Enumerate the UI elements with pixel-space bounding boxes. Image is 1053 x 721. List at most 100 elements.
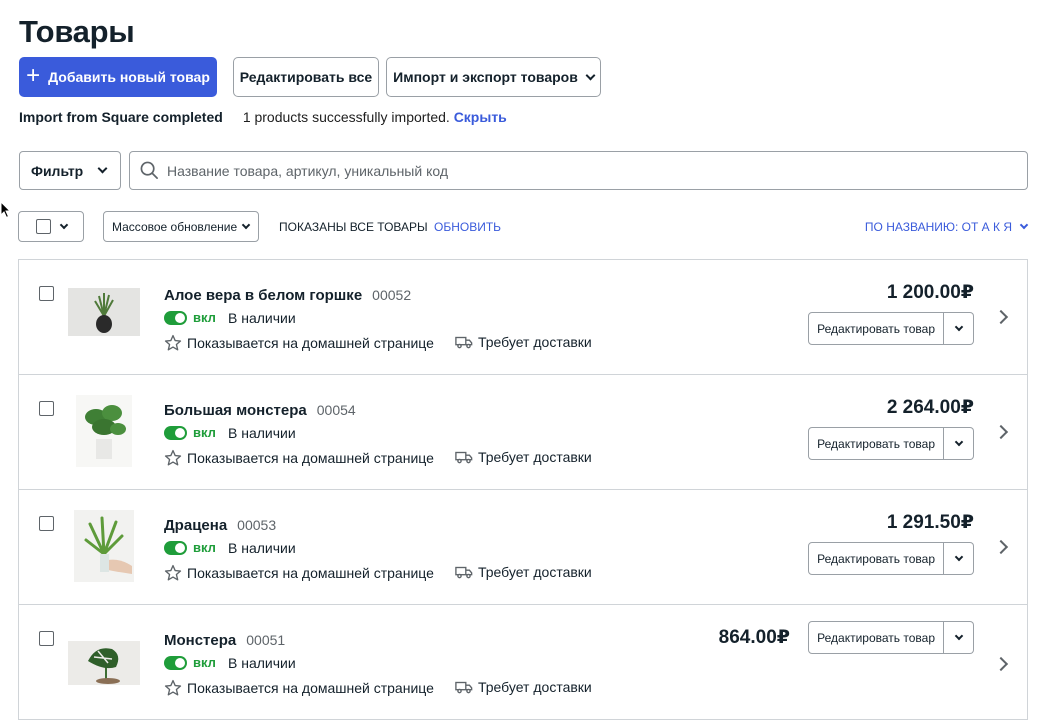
edit-product-dropdown[interactable] xyxy=(944,312,974,345)
sort-dropdown[interactable]: ПО НАЗВАНИЮ: ОТ А К Я xyxy=(864,220,1029,234)
edit-product-button[interactable]: Редактировать товар xyxy=(808,621,944,654)
filter-label: Фильтр xyxy=(31,162,84,179)
search-input[interactable] xyxy=(167,162,987,179)
featured-status: Показывается на домашней странице xyxy=(164,564,434,582)
chevron-right-icon[interactable] xyxy=(993,309,1009,325)
stock-status: В наличии xyxy=(228,310,296,326)
shipping-status: Требует доставки xyxy=(455,449,592,465)
product-name[interactable]: Монстера 00051 xyxy=(164,632,285,649)
select-all-dropdown[interactable] xyxy=(18,211,84,242)
featured-label: Показывается на домашней странице xyxy=(187,335,434,351)
product-row[interactable]: Монстера 00051 вкл В наличии Показывается… xyxy=(19,605,1027,720)
edit-product-dropdown[interactable] xyxy=(944,427,974,460)
featured-status: Показывается на домашней странице xyxy=(164,334,434,352)
row-checkbox[interactable] xyxy=(39,631,54,646)
bulk-update-dropdown[interactable]: Массовое обновление xyxy=(103,211,259,242)
shipping-label: Требует доставки xyxy=(478,449,592,465)
enabled-toggle[interactable] xyxy=(164,311,187,325)
edit-product-button[interactable]: Редактировать товар xyxy=(808,312,944,345)
edit-all-label: Редактировать все xyxy=(239,69,373,85)
search-icon xyxy=(140,161,158,179)
import-status-title: Import from Square completed xyxy=(19,109,223,125)
mouse-cursor-icon xyxy=(0,201,11,219)
chevron-down-icon xyxy=(954,437,963,446)
chevron-right-icon[interactable] xyxy=(993,656,1009,672)
edit-product-button[interactable]: Редактировать товар xyxy=(808,542,944,575)
featured-label: Показывается на домашней странице xyxy=(187,680,434,696)
product-sku: 00053 xyxy=(237,517,277,533)
enabled-toggle[interactable] xyxy=(164,656,187,670)
add-product-button[interactable]: + Добавить новый товар xyxy=(19,57,217,97)
product-price: 2 264.00₽ xyxy=(886,397,974,418)
product-name-text: Большая монстера xyxy=(164,402,307,419)
import-status-message: 1 products successfully imported. xyxy=(242,109,450,125)
edit-product-dropdown[interactable] xyxy=(944,621,974,654)
dracaena-plant-image xyxy=(74,510,134,582)
row-checkbox[interactable] xyxy=(39,401,54,416)
shown-products-label: ПОКАЗАНЫ ВСЕ ТОВАРЫ xyxy=(279,220,428,234)
edit-product-dropdown[interactable] xyxy=(944,542,974,575)
featured-status: Показывается на домашней странице xyxy=(164,449,434,467)
monstera-plant-image xyxy=(76,395,132,467)
truck-icon xyxy=(455,451,473,464)
featured-label: Показывается на домашней странице xyxy=(187,450,434,466)
product-name[interactable]: Большая монстера 00054 xyxy=(164,402,356,419)
product-row[interactable]: Драцена 00053 вкл В наличии Показывается … xyxy=(19,490,1027,605)
row-checkbox[interactable] xyxy=(39,286,54,301)
product-name-text: Драцена xyxy=(164,517,228,534)
featured-status: Показывается на домашней странице xyxy=(164,679,434,697)
chevron-down-icon xyxy=(585,70,596,80)
enabled-label: вкл xyxy=(193,540,216,555)
bulk-update-label: Массовое обновление xyxy=(112,219,238,234)
enabled-toggle[interactable] xyxy=(164,541,187,555)
select-all-checkbox[interactable] xyxy=(36,219,51,234)
shipping-label: Требует доставки xyxy=(478,564,592,580)
stock-status: В наличии xyxy=(228,540,296,556)
enabled-label: вкл xyxy=(193,310,216,325)
product-row[interactable]: Алое вера в белом горшке 00052 вкл В нали… xyxy=(19,260,1027,375)
chevron-down-icon xyxy=(97,163,108,174)
refresh-link[interactable]: ОБНОВИТЬ xyxy=(434,220,501,234)
edit-product-button[interactable]: Редактировать товар xyxy=(808,427,944,460)
plus-icon: + xyxy=(26,62,41,89)
filter-button[interactable]: Фильтр xyxy=(19,151,121,190)
product-name-text: Монстера xyxy=(164,632,237,649)
product-name[interactable]: Драцена 00053 xyxy=(164,517,276,534)
product-price: 864.00₽ xyxy=(718,627,790,648)
chevron-right-icon[interactable] xyxy=(993,539,1009,555)
edit-product-group: Редактировать товар xyxy=(808,427,974,460)
product-row[interactable]: Большая монстера 00054 вкл В наличии Пока… xyxy=(19,375,1027,490)
edit-product-group: Редактировать товар xyxy=(808,312,974,345)
chevron-down-icon xyxy=(1019,220,1029,230)
product-price: 1 291.50₽ xyxy=(886,512,974,533)
enabled-toggle[interactable] xyxy=(164,426,187,440)
chevron-down-icon xyxy=(59,220,69,229)
row-checkbox[interactable] xyxy=(39,516,54,531)
hide-link[interactable]: Скрыть xyxy=(454,109,507,125)
star-icon[interactable] xyxy=(164,564,182,582)
star-icon[interactable] xyxy=(164,679,182,697)
stock-status: В наличии xyxy=(228,425,296,441)
star-icon[interactable] xyxy=(164,449,182,467)
truck-icon xyxy=(455,681,473,694)
edit-product-group: Редактировать товар xyxy=(808,621,974,654)
shipping-label: Требует доставки xyxy=(478,679,592,695)
star-icon[interactable] xyxy=(164,334,182,352)
enabled-label: вкл xyxy=(193,425,216,440)
chevron-down-icon xyxy=(954,322,963,331)
import-export-button[interactable]: Импорт и экспорт товаров xyxy=(386,57,601,97)
shipping-status: Требует доставки xyxy=(455,564,592,580)
import-export-label: Импорт и экспорт товаров xyxy=(393,69,578,85)
chevron-right-icon[interactable] xyxy=(993,424,1009,440)
search-box xyxy=(129,151,1028,190)
featured-label: Показывается на домашней странице xyxy=(187,565,434,581)
sort-label: ПО НАЗВАНИЮ: ОТ А К Я xyxy=(864,220,1012,234)
chevron-down-icon xyxy=(241,220,251,229)
shipping-status: Требует доставки xyxy=(455,334,592,350)
import-status: Import from Square completed 1 products … xyxy=(19,109,507,125)
edit-all-button[interactable]: Редактировать все xyxy=(233,57,379,97)
edit-product-group: Редактировать товар xyxy=(808,542,974,575)
product-sku: 00051 xyxy=(246,632,286,648)
product-name[interactable]: Алое вера в белом горшке 00052 xyxy=(164,287,411,304)
add-product-label: Добавить новый товар xyxy=(48,69,210,85)
